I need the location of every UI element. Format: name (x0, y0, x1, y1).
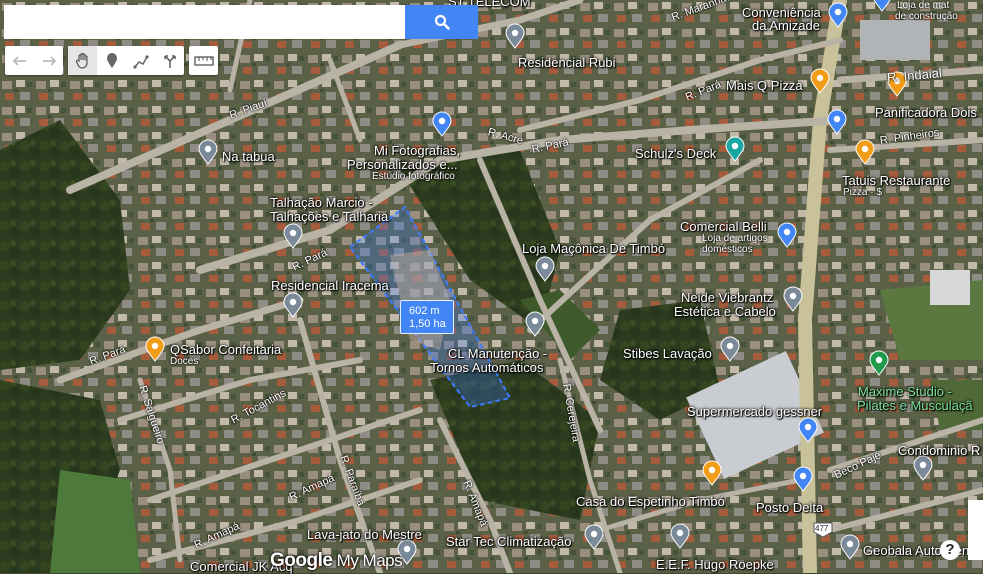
satellite-map[interactable] (0, 0, 983, 573)
poi-label: CL Manutenção - (448, 346, 548, 361)
poi-label: Neide Viebrantz (681, 290, 774, 305)
poi-label: Star Tec Climatização (446, 534, 572, 549)
poi-label: E.E.F. Hugo Roepke (656, 557, 774, 572)
pan-button[interactable] (68, 46, 97, 75)
draw-line-icon (132, 54, 149, 69)
poi-label: Maxime Studio - (858, 384, 952, 399)
map-zoom-control[interactable] (968, 500, 983, 560)
undo-button[interactable] (5, 46, 34, 75)
measurement-area: 1,50 ha (409, 318, 446, 330)
poi-label: Panificadora Dois (875, 105, 977, 120)
poi-label: Loja Maçônica De Timbó (522, 241, 666, 256)
measure-group (189, 46, 218, 75)
poi-label: da Amizade (752, 18, 820, 33)
poi-label: Personalizados e... (347, 157, 458, 172)
measure-button[interactable] (189, 46, 218, 75)
poi-label: QSabor Confeitaria (170, 342, 282, 357)
poi-sublabel: de construção (895, 11, 958, 22)
poi-label: Mais Q Pizza (726, 78, 803, 93)
add-marker-button[interactable] (97, 46, 126, 75)
poi-label: Residencial Iracema (271, 278, 389, 293)
poi-label: Talhação Marcio - (270, 195, 373, 210)
search-icon (434, 14, 450, 30)
poi-label: Loja de mat (897, 0, 950, 11)
poi-label: Talhações e Talharia (270, 209, 389, 224)
logo-brand: Google (270, 550, 333, 571)
help-button[interactable]: ? (940, 540, 960, 560)
measurement-distance: 602 m (409, 305, 440, 317)
poi-sublabel: Pizza · $ (843, 187, 882, 198)
marker-icon (106, 52, 117, 68)
google-my-maps-logo: Google My Maps (270, 550, 403, 572)
poi-label: Na tabua (222, 149, 275, 164)
search-input[interactable] (4, 5, 405, 39)
history-group (5, 46, 63, 75)
undo-icon (12, 55, 26, 66)
poi-label: Supermercado gessner (687, 404, 823, 419)
poi-label: Condominio R (898, 443, 981, 458)
poi-label: Residencial Rubi (518, 55, 616, 70)
draw-line-button[interactable] (126, 46, 155, 75)
highway-shield-label: 477 (815, 524, 829, 533)
poi-sublabel: Doces (170, 356, 199, 367)
poi-sublabel: Loja de artigos domésticos (702, 233, 768, 255)
directions-button[interactable] (155, 46, 184, 75)
logo-product: My Maps (332, 551, 403, 570)
directions-icon (163, 54, 176, 68)
poi-label: Estética e Cabelo (674, 304, 776, 319)
measurement-bubble: 602 m 1,50 ha (400, 300, 454, 334)
search-bar (4, 5, 478, 39)
hand-icon (75, 52, 88, 69)
poi-label: Posto Delta (756, 500, 824, 515)
redo-icon (42, 55, 56, 66)
poi-label: Schulz's Deck (635, 146, 717, 161)
poi-label: Lava-jato do Mestre (307, 527, 422, 542)
ruler-icon (193, 55, 214, 66)
poi-label: Stibes Lavação (623, 346, 712, 361)
poi-sublabel: Estúdio fotográfico (372, 171, 455, 182)
redo-button[interactable] (34, 46, 63, 75)
poi-label: Comercial Belli (680, 219, 767, 234)
poi-label: Casa do Espetinho Timbó (576, 494, 725, 509)
search-button[interactable] (405, 5, 478, 39)
poi-label: Tatuis Restaurante (842, 173, 951, 188)
poi-label: Mi Fotografias, (374, 143, 460, 158)
poi-label: Tornos Automáticos (430, 360, 544, 375)
map-toolbar (5, 46, 218, 75)
tools-group (68, 46, 184, 75)
poi-label: Pilates e Musculaçã (857, 398, 973, 413)
